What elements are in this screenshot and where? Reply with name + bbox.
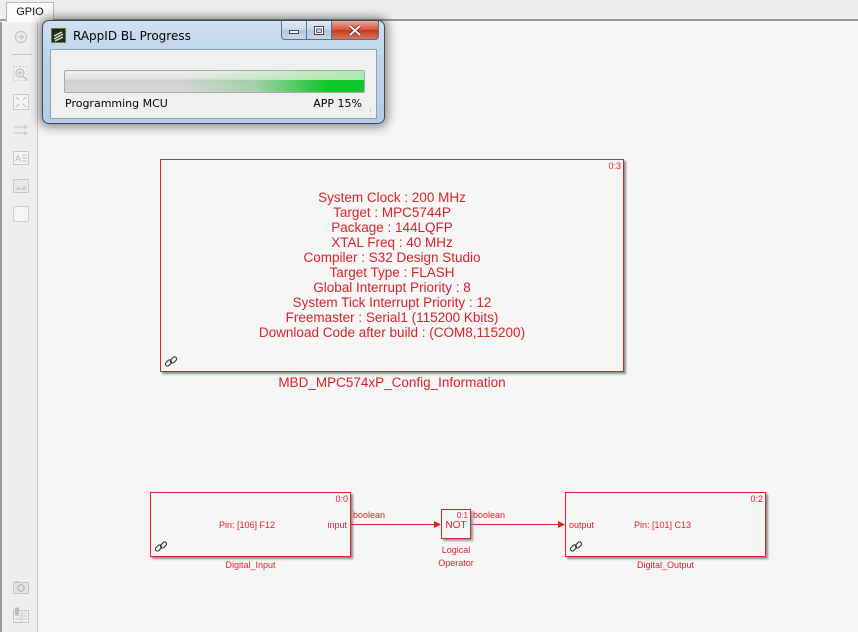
block-id: 0:1 [456,511,468,520]
block-id: 0:3 [608,161,621,171]
config-line: Target : MPC5744P [333,205,451,220]
minimize-icon [289,30,299,34]
name-line: Logical [441,545,471,555]
toolbar-separator [12,54,32,55]
status-text: Programming MCU [65,97,168,110]
digital-output-name[interactable]: Digital_Output [565,560,766,570]
arrows-right-button[interactable] [12,121,30,139]
name-line: Operator [438,558,474,568]
camera-icon [13,581,29,594]
library-link-icon [154,541,168,552]
progress-bar [64,70,365,93]
progress-bar-glow [184,71,364,92]
logical-operator-block[interactable]: 0:1 NOT [441,509,471,539]
area-button[interactable] [12,205,30,223]
config-line: System Tick Interrupt Priority : 12 [292,295,492,310]
resize-grip[interactable]: ⋮ [367,109,375,117]
config-text: System Clock : 200 MHz Target : MPC5744P… [161,190,623,340]
maximize-button[interactable] [307,21,332,40]
zoom-in-icon [13,66,28,81]
pin-text: Pin: [101] C13 [634,520,692,530]
fit-to-view-button[interactable] [12,93,30,111]
config-information-block[interactable]: 0:3 System Clock : 200 MHz Target : MPC5… [160,159,624,372]
config-line: Download Code after build : (COM8,115200… [258,325,526,340]
window-controls [281,21,379,41]
signal-label-2[interactable]: boolean [473,510,505,520]
navigate-back-icon [14,30,28,44]
svg-text:A: A [15,154,21,164]
close-icon [348,24,362,36]
property-inspector-button[interactable] [12,606,30,624]
minimize-button[interactable] [281,21,307,40]
tab-bar: GPIO [0,0,858,22]
app-icon [51,28,66,43]
signal-label-1[interactable]: boolean [353,510,385,520]
arrowhead [558,521,565,528]
config-line: System Clock : 200 MHz [318,190,466,205]
config-line: Compiler : S32 Design Studio [303,250,481,265]
port-label: input [327,520,347,530]
close-button[interactable] [332,21,379,40]
navigate-back-button[interactable] [12,28,30,46]
property-inspector-icon [13,607,29,623]
image-icon [13,179,29,193]
config-line: Freemaster : Serial1 (115200 Kbits) [285,310,499,325]
block-id: 0:0 [335,494,348,504]
digital-input-name[interactable]: Digital_Input [150,560,351,570]
pin-text: Pin: [106] F12 [219,520,276,530]
logical-operator-name[interactable]: Logical Operator [426,544,486,570]
arrows-right-icon [14,124,28,136]
annotation-icon: A [13,151,29,165]
config-line: Target Type : FLASH [329,265,455,280]
area-icon [13,206,29,222]
config-line: XTAL Freq : 40 MHz [331,235,453,250]
image-button[interactable] [12,177,30,195]
tab-gpio[interactable]: GPIO [6,2,54,22]
camera-button[interactable] [12,578,30,596]
port-label: output [569,520,595,530]
config-block-name[interactable]: MBD_MPC574xP_Config_Information [160,375,624,390]
progress-label: APP 15% [313,97,362,110]
annotation-button[interactable]: A [12,149,30,167]
config-line: Global Interrupt Priority : 8 [313,280,471,295]
digital-input-block[interactable]: 0:0 Pin: [106] F12 input [150,492,351,557]
library-link-icon [164,356,178,367]
progress-dialog: RAppID BL Progress Programming MCU APP 1… [42,20,385,124]
dialog-client-area: Programming MCU APP 15% ⋮ [50,49,377,119]
block-id: 0:2 [750,494,763,504]
left-toolbar: A [0,22,38,632]
maximize-icon [314,25,324,35]
zoom-in-button[interactable] [12,65,30,83]
dialog-title: RAppID BL Progress [73,29,191,43]
digital-output-block[interactable]: 0:2 output Pin: [101] C13 [565,492,766,557]
config-line: Package : 144LQFP [331,220,453,235]
arrowhead [434,521,441,528]
library-link-icon [569,541,583,552]
fit-to-view-icon [13,94,29,110]
operator-text: NOT [445,520,467,531]
